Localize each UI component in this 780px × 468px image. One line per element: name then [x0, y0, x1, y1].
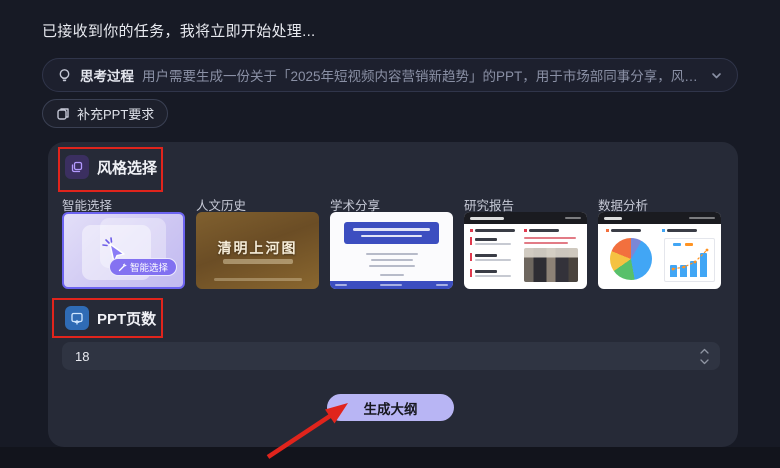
annotation-rect-pages-section [52, 298, 163, 338]
thinking-label: 思考过程 [80, 69, 134, 84]
report-bullet-line [524, 241, 568, 244]
thinking-summary: 用户需要生成一份关于「2025年短视频内容营销新趋势」的PPT，用于市场部同事分… [142, 69, 702, 84]
lightbulb-icon [57, 68, 72, 83]
thinking-process-bar[interactable]: 思考过程 用户需要生成一份关于「2025年短视频内容营销新趋势」的PPT，用于市… [42, 58, 738, 92]
report-section-title-bar [529, 229, 559, 232]
style-option-academic[interactable] [330, 212, 453, 289]
store-photo [524, 248, 578, 282]
smart-select-badge-label: 智能选择 [129, 263, 168, 274]
data-section-title-bar [611, 229, 641, 232]
smart-select-badge: 智能选择 [108, 258, 177, 276]
artwork-title: 清明上河图 [217, 242, 298, 257]
academic-text-line [366, 253, 418, 255]
artwork-caption-bar [213, 278, 302, 281]
academic-footer-bar [330, 281, 453, 289]
bottom-background-strip [0, 447, 780, 468]
report-header-bar [464, 212, 587, 224]
mini-bar-chart [664, 238, 715, 282]
style-option-data[interactable] [598, 212, 721, 289]
mini-pie [610, 238, 652, 280]
assistant-message: 已接收到你的任务，我将立即开始处理... [42, 23, 316, 40]
data-section-bullet [662, 229, 665, 232]
data-header-bar [598, 212, 721, 224]
style-option-history[interactable]: 清明上河图 [196, 212, 319, 289]
report-bullet-line [524, 237, 576, 239]
data-section-bullet [606, 229, 609, 232]
academic-text-line [380, 274, 404, 276]
artwork-subtitle-bar [222, 259, 293, 264]
clipboard-icon [56, 107, 70, 121]
academic-title-box [344, 222, 439, 244]
report-list-item [470, 253, 518, 261]
report-section-title-bar [475, 229, 515, 232]
chevron-down-icon[interactable] [710, 69, 723, 82]
mini-trend-line [671, 248, 709, 271]
generate-outline-button[interactable]: 生成大纲 [327, 394, 454, 421]
report-section-bullet [470, 229, 473, 232]
style-option-research[interactable] [464, 212, 587, 289]
page-count-field [62, 342, 720, 370]
magic-wand-icon [118, 263, 127, 272]
page-count-stepper [698, 343, 710, 369]
data-section-title-bar [667, 229, 697, 232]
page-count-input[interactable] [62, 342, 720, 370]
report-list-item [470, 269, 518, 277]
annotation-rect-style-section [58, 147, 163, 192]
academic-text-line [369, 265, 415, 267]
style-option-smart-select[interactable]: 智能选择 [62, 212, 185, 289]
stepper-down-icon[interactable] [698, 357, 710, 367]
report-section-bullet [524, 229, 527, 232]
supplement-ppt-label: 补充PPT要求 [77, 107, 155, 122]
academic-text-line [371, 259, 413, 261]
stepper-up-icon[interactable] [698, 346, 710, 356]
supplement-ppt-button[interactable]: 补充PPT要求 [42, 99, 169, 128]
report-list-item [470, 237, 518, 245]
